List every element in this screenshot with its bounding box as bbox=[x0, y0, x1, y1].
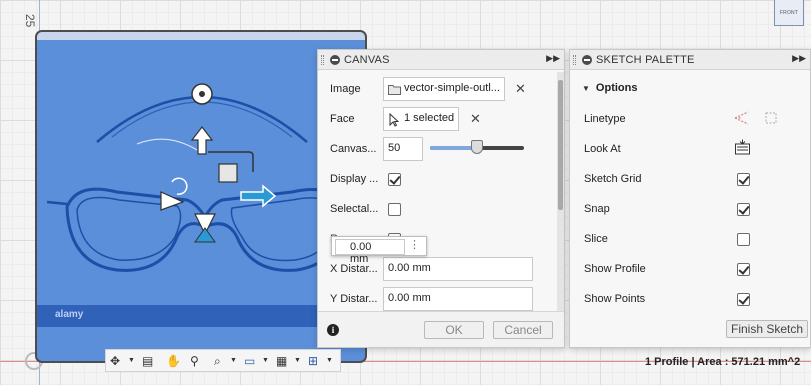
folder-icon bbox=[388, 85, 401, 95]
opacity-slider-fill bbox=[430, 146, 477, 150]
snap-checkbox[interactable] bbox=[737, 203, 750, 216]
more-options-icon[interactable]: ⋮ bbox=[409, 238, 420, 251]
drag-grip-icon[interactable] bbox=[573, 55, 576, 65]
y-distance-input[interactable]: 0.00 mm bbox=[383, 287, 533, 311]
display-settings-icon[interactable]: ▭ bbox=[244, 353, 255, 369]
show-points-checkbox[interactable] bbox=[737, 293, 750, 306]
image-filename: vector-simple-outl... bbox=[404, 82, 500, 94]
linetype-label: Linetype bbox=[584, 113, 626, 125]
info-icon[interactable]: i bbox=[327, 324, 339, 336]
selectable-checkbox[interactable] bbox=[388, 203, 401, 216]
opacity-slider-handle[interactable] bbox=[471, 140, 483, 154]
zoom-icon[interactable]: ⚲ bbox=[190, 353, 199, 369]
show-points-label: Show Points bbox=[584, 293, 646, 305]
chevron-down-icon[interactable]: ▼ bbox=[128, 353, 135, 369]
dimension-label: 25 bbox=[23, 14, 37, 28]
expand-arrows-icon[interactable]: ▶▶ bbox=[792, 53, 806, 64]
sketch-palette-footer: Finish Sketch bbox=[570, 311, 810, 347]
watermark-bar: alamy bbox=[37, 305, 365, 327]
canvas-dialog-title: CANVAS bbox=[344, 54, 390, 66]
y-distance-label: Y Distar... bbox=[330, 293, 378, 305]
grid-icon[interactable]: ▦ bbox=[276, 353, 287, 369]
face-select-field[interactable]: 1 selected bbox=[383, 107, 459, 131]
show-profile-checkbox[interactable] bbox=[737, 263, 750, 276]
sketch-palette: SKETCH PALETTE ▶▶ Options Linetype Look … bbox=[569, 49, 811, 348]
cursor-arrow-icon bbox=[389, 113, 399, 127]
image-label: Image bbox=[330, 83, 361, 95]
opacity-input[interactable]: 50 bbox=[383, 137, 423, 161]
x-distance-input[interactable]: 0.00 mm bbox=[383, 257, 533, 281]
chevron-down-icon[interactable]: ▼ bbox=[326, 353, 333, 369]
sketch-palette-header[interactable]: SKETCH PALETTE ▶▶ bbox=[570, 50, 810, 70]
slice-checkbox[interactable] bbox=[737, 233, 750, 246]
opacity-label: Canvas... bbox=[330, 143, 377, 155]
navigation-toolbar: ✥ ▼ ▤ ✋ ⚲ ⌕ ▼ ▭ ▼ ▦ ▼ ⊞ ▼ bbox=[105, 349, 341, 372]
selectable-label: Selectal... bbox=[330, 203, 379, 215]
construction-linetype-icon[interactable] bbox=[733, 110, 751, 126]
sketch-grid-label: Sketch Grid bbox=[584, 173, 642, 185]
snap-label: Snap bbox=[584, 203, 610, 215]
face-label: Face bbox=[330, 113, 355, 125]
scrollbar-thumb[interactable] bbox=[558, 80, 563, 210]
look-at-tool-icon[interactable]: ▤ bbox=[142, 353, 153, 369]
image-select-field[interactable]: vector-simple-outl... bbox=[383, 77, 505, 101]
pan-hand-icon[interactable]: ✋ bbox=[166, 353, 181, 369]
options-section-toggle[interactable]: Options bbox=[582, 82, 638, 94]
display-checkbox[interactable] bbox=[388, 173, 401, 186]
orbit-icon[interactable]: ✥ bbox=[110, 353, 120, 369]
slice-label: Slice bbox=[584, 233, 608, 245]
cancel-button[interactable]: Cancel bbox=[493, 321, 553, 339]
face-selection-value: 1 selected bbox=[404, 112, 455, 124]
zoom-window-icon[interactable]: ⌕ bbox=[214, 353, 221, 369]
opacity-slider[interactable] bbox=[430, 140, 524, 154]
watermark-text: alamy bbox=[55, 309, 84, 320]
show-profile-label: Show Profile bbox=[584, 263, 646, 275]
ok-button[interactable]: OK bbox=[424, 321, 484, 339]
collapse-icon[interactable] bbox=[330, 55, 340, 65]
viewcube-face-label: FRONT bbox=[779, 9, 799, 16]
collapse-icon[interactable] bbox=[582, 55, 592, 65]
canvas-dialog-footer: i OK Cancel bbox=[318, 311, 564, 347]
sketch-grid-checkbox[interactable] bbox=[737, 173, 750, 186]
look-at-label: Look At bbox=[584, 143, 621, 155]
viewcube[interactable]: FRONT bbox=[774, 0, 804, 26]
viewports-icon[interactable]: ⊞ bbox=[308, 353, 318, 369]
chevron-down-icon[interactable]: ▼ bbox=[294, 353, 301, 369]
display-label: Display ... bbox=[330, 173, 379, 185]
centerline-linetype-icon[interactable] bbox=[763, 110, 779, 126]
drag-grip-icon[interactable] bbox=[321, 55, 324, 65]
expand-arrows-icon[interactable]: ▶▶ bbox=[546, 53, 560, 64]
finish-sketch-button[interactable]: Finish Sketch bbox=[726, 320, 808, 338]
profile-area-status: 1 Profile | Area : 571.21 mm^2 bbox=[645, 356, 801, 368]
look-at-icon[interactable] bbox=[734, 139, 751, 156]
chevron-down-icon[interactable]: ▼ bbox=[262, 353, 269, 369]
canvas-dialog-scrollbar[interactable] bbox=[557, 72, 564, 312]
clear-face-icon[interactable]: ✕ bbox=[470, 111, 481, 127]
dimension-value-input[interactable]: 0.00 mm bbox=[335, 239, 405, 265]
canvas-dialog-header[interactable]: CANVAS ▶▶ bbox=[318, 50, 564, 70]
sketch-palette-title: SKETCH PALETTE bbox=[596, 54, 695, 66]
clear-image-icon[interactable]: ✕ bbox=[515, 81, 526, 97]
chevron-down-icon[interactable]: ▼ bbox=[230, 353, 237, 369]
canvas-dialog: CANVAS ▶▶ Image vector-simple-outl... ✕ … bbox=[317, 49, 565, 348]
dimension-input-popup: 0.00 mm ⋮ bbox=[331, 236, 427, 265]
